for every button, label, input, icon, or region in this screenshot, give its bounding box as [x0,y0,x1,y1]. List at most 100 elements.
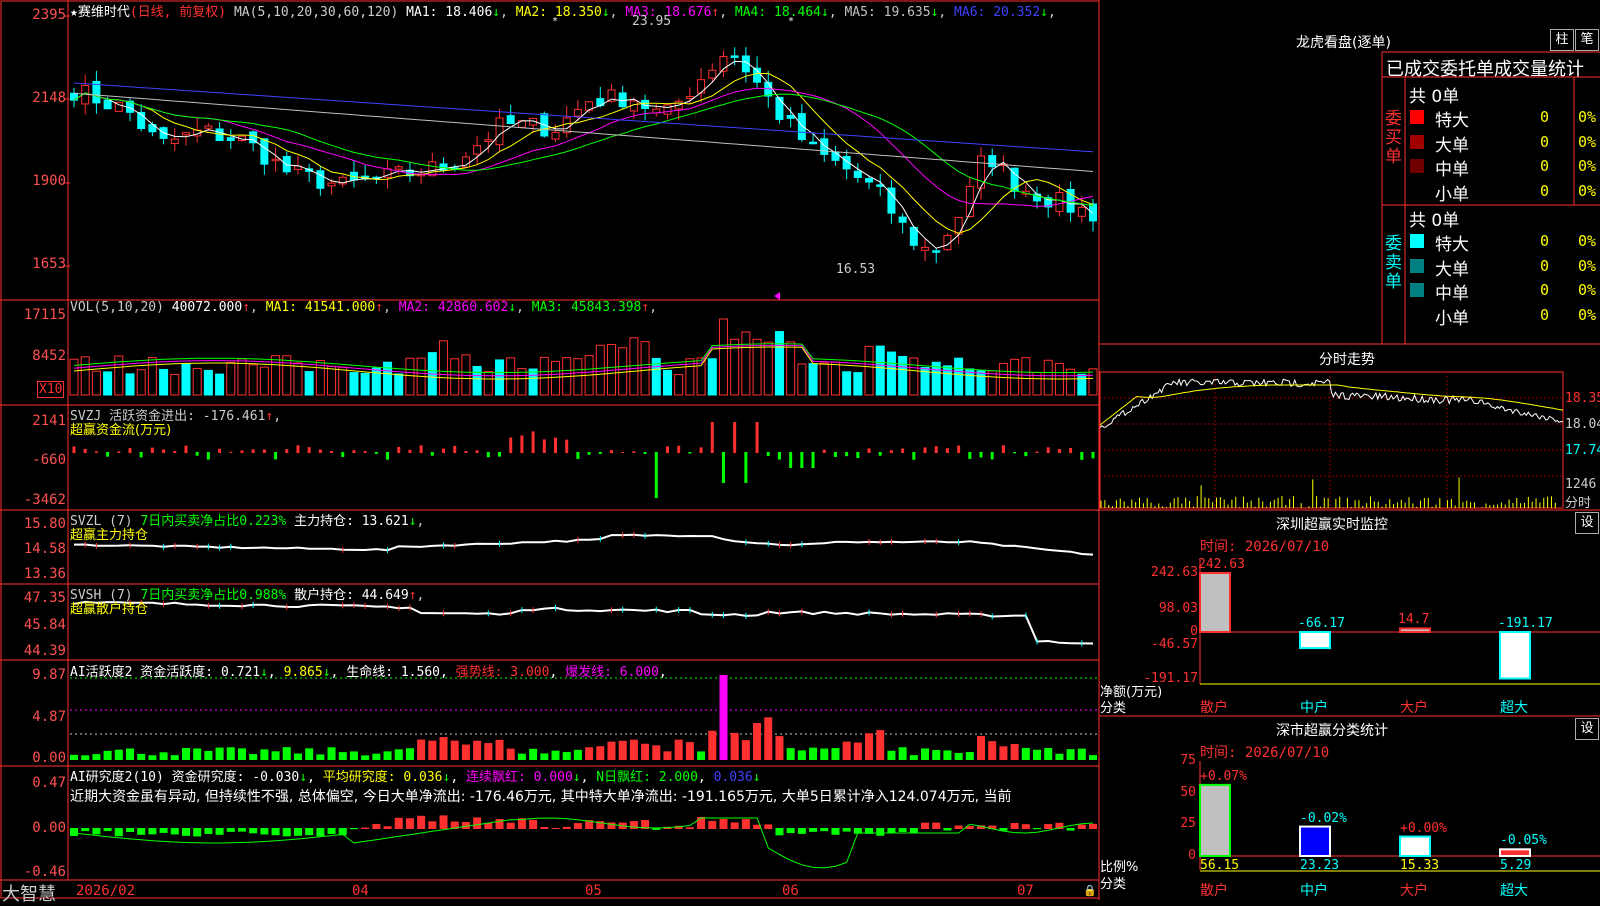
svzj-bar [486,452,490,458]
svzj-bar [621,451,625,453]
ai2-bar [137,828,146,835]
vol-bar [640,341,650,396]
ai1-bar [383,751,392,760]
candle-body [181,132,190,136]
svzj-bar [173,450,177,453]
ai2-bar [529,819,538,829]
svsh-arrow: ↑ [408,588,417,603]
ai2-label: AI研究度2(10) 资金研究度: -0.030 [70,770,300,785]
ai1-bar [842,741,851,760]
buy-row-value-3: 0 [1540,181,1550,200]
svzj-bar [968,452,972,459]
buy-row-swatch-2 [1410,159,1424,173]
vol-bar [371,367,381,396]
svzj-bar [520,435,524,453]
ai1-bar [327,747,336,760]
mon-bar-2 [1399,627,1431,633]
ma5-line [73,92,1094,172]
ai1-bar [663,751,672,760]
class-tick-1: 50 [1180,785,1196,800]
ai1-bar [708,730,717,760]
ai2-bar [809,828,818,832]
ai2-bar [293,828,302,836]
candle-body [831,151,840,161]
ai2-bar [820,828,829,832]
svzj-bar [923,447,927,453]
ai1-tick-0: 9.87 [32,667,66,683]
candle-body [260,138,269,165]
buy-row-value-1: 0 [1540,132,1550,151]
ai2-bar [193,828,202,837]
vol-bar [472,365,482,396]
vol-bar [1066,368,1076,396]
ai2-bar [697,817,706,829]
ai1-bar [428,740,437,760]
ai1-bar [461,744,470,760]
ai2-bar [685,827,694,829]
svzj-bar [845,452,849,457]
vol-bar [91,370,101,396]
monitor-cat-2: 大户 [1400,700,1428,716]
svzj-bar [184,445,188,453]
vol-bar [618,347,628,396]
sell-row-swatch-1 [1410,258,1424,273]
svzj-bar [710,422,714,453]
cls-bar-2 [1399,835,1431,857]
buy-row-swatch-1 [1410,134,1424,149]
class-cat-2: 大户 [1400,883,1428,899]
ai2-bar [439,815,448,829]
vol-bar [1010,358,1020,396]
svzj-bar [609,450,613,453]
ai2-bar [316,828,325,837]
svzj-bar [587,452,591,455]
ai1-bar [226,747,235,760]
vol-tick-0: 17115 [23,307,66,323]
vol-bar [125,373,135,396]
svzl-tick-2: 13.36 [23,566,66,582]
vol-bar [707,358,717,396]
tick-mode-button[interactable]: 笔 [1575,29,1599,51]
ai1-burst: 爆发线: 6.000 [565,665,659,680]
cls-bar-3 [1499,848,1531,857]
class-settings-button[interactable]: 设 [1575,718,1599,740]
ai2-bar [417,815,426,829]
ai2-bar [831,828,840,835]
ai2-bar [943,828,952,831]
sell-row-value-2: 0 [1540,281,1550,299]
sell-row-name-0: 特大 [1435,235,1469,255]
candle-body [204,125,213,129]
vol-bar [394,373,404,396]
ai1-bar [70,754,78,760]
svzj-bar [957,445,961,453]
ma-arrow-2: ↓ [601,5,610,20]
candle-body [730,55,739,58]
ai2-bar [92,828,101,835]
period-label[interactable]: (日线, 前复权) [130,5,226,20]
ai2-tick-1: 0.00 [32,820,66,836]
svzj-bar [509,437,513,453]
buy-row-swatch-0 [1410,110,1424,124]
brand-logo: 大智慧 [2,884,56,905]
monitor-settings-button[interactable]: 设 [1575,512,1599,534]
class-value-0: 56.15 [1200,858,1240,873]
lock-icon[interactable]: 🔒 [1083,884,1097,897]
ma-value-4: MA4: 18.464 [727,5,821,20]
svzj-bar [766,452,770,456]
sell-row-value-3: 0 [1540,305,1550,324]
vol-value: 40072.000 [171,300,243,315]
date-4: 07 [1017,883,1034,899]
ai1-bar [137,753,146,760]
ai1-bar [193,748,202,760]
class-tick-2: 25 [1180,816,1196,831]
bar-mode-button[interactable]: 柱 [1550,29,1574,51]
vol-bar [483,371,493,396]
svzj-bar [106,452,110,457]
vol-bar [226,361,236,396]
svzj-bar [341,452,345,457]
ts-tick-2: 17.74 [1565,443,1600,458]
stock-title[interactable]: ★赛维时代 [70,5,130,20]
candle-body [495,117,504,146]
sell-row-pct-0: 0% [1578,232,1597,250]
ai1-bar [316,754,325,760]
ai1-bar [965,752,974,760]
